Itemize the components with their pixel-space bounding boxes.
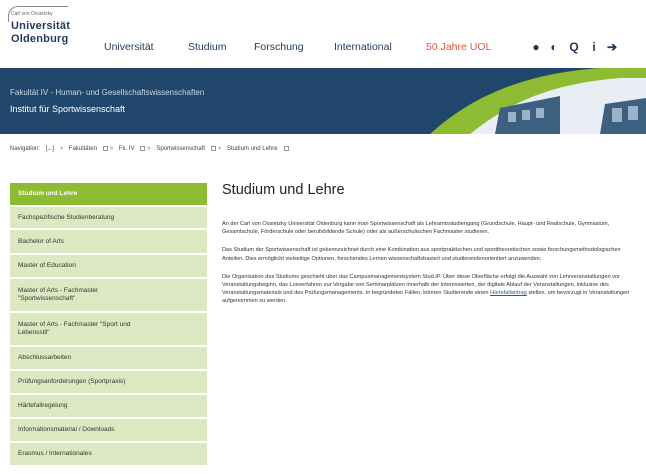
sidebar-item-label: Studium und Lehre xyxy=(18,190,78,197)
globe-icon[interactable]: ● xyxy=(528,39,544,55)
sidebar-item-label: Master of Arts - Fachmaster "Sport und L… xyxy=(18,321,131,336)
contrast-icon[interactable]: ◐ xyxy=(546,39,562,55)
sidebar-item-label: Härtefallregelung xyxy=(18,402,68,409)
main-content: Studium und Lehre An der Carl von Ossiet… xyxy=(222,182,638,316)
logo-small-text: Carl von Ossietzky xyxy=(11,11,53,17)
sidebar-item-label: Prüfungsanforderungen (Sportpraxis) xyxy=(18,378,126,385)
breadcrumb-item-fakultaeten[interactable]: Fakultäten xyxy=(69,146,97,152)
breadcrumb-separator: > xyxy=(217,146,222,153)
nav-50-jahre-uol[interactable]: 50 Jahre UOL xyxy=(426,41,491,53)
sidebar-item-bachelor[interactable]: Bachelor of Arts xyxy=(10,230,207,255)
sidebar-item-studium-und-lehre[interactable]: Studium und Lehre xyxy=(10,183,207,207)
sidebar-item-label: Master of Education xyxy=(18,262,76,269)
sidebar-item-studienberatung[interactable]: Fachspezifische Studienberatung xyxy=(10,207,207,230)
sidebar-item-master-sportwissenschaft[interactable]: Master of Arts - Fachmaster "Sportwissen… xyxy=(10,279,207,313)
expand-icon[interactable] xyxy=(283,146,289,151)
sidebar-item-label: Informationsmaterial / Downloads xyxy=(18,426,115,433)
search-icon[interactable]: Q xyxy=(566,39,582,55)
institute-banner: Fakultät IV - Human- und Gesellschaftswi… xyxy=(0,68,646,134)
breadcrumb-item-fk4[interactable]: Fk. IV xyxy=(119,146,135,152)
sidebar-item-master-sport-und-lebensstil[interactable]: Master of Arts - Fachmaster "Sport und L… xyxy=(10,313,207,347)
sidebar-item-abschlussarbeiten[interactable]: Abschlussarbeiten xyxy=(10,347,207,371)
sidebar-item-erasmus[interactable]: Erasmus / Internationales xyxy=(10,443,207,467)
login-icon[interactable]: ➔ xyxy=(604,39,620,55)
faculty-name[interactable]: Fakultät IV - Human- und Gesellschaftswi… xyxy=(10,88,204,97)
expand-icon[interactable] xyxy=(140,146,146,151)
sidebar-item-pruefungsanforderungen[interactable]: Prüfungsanforderungen (Sportpraxis) xyxy=(10,371,207,395)
breadcrumb-separator: > xyxy=(59,146,64,153)
header: Carl von Ossietzky Universität Oldenburg… xyxy=(0,0,646,68)
sidebar-item-haertefallregelung[interactable]: Härtefallregelung xyxy=(10,395,207,419)
study-paragraph: Das Studium der Sportwissenschaft ist ge… xyxy=(222,247,621,262)
sidebar-item-label: Abschlussarbeiten xyxy=(18,354,72,361)
intro-paragraph: An der Carl von Ossietzky Universität Ol… xyxy=(222,221,610,236)
sidebar-item-label: Erasmus / Internationales xyxy=(18,450,92,457)
breadcrumb-item-sportwissenschaft[interactable]: Sportwissenschaft xyxy=(156,146,205,152)
page-title: Studium und Lehre xyxy=(222,182,345,198)
expand-icon[interactable] xyxy=(102,146,108,151)
breadcrumb-label: Navigation: xyxy=(10,146,41,153)
sidebar-item-master-of-education[interactable]: Master of Education xyxy=(10,255,207,279)
organisation-paragraph: Die Organisation des Studiums geschieht … xyxy=(222,273,638,306)
expand-icon[interactable] xyxy=(211,146,217,151)
sidebar-item-label: Master of Arts - Fachmaster "Sportwissen… xyxy=(18,287,99,302)
university-logo[interactable]: Carl von Ossietzky Universität Oldenburg xyxy=(8,6,88,56)
sidebar-item-label: Fachspezifische Studienberatung xyxy=(18,213,115,221)
sidebar-item-downloads[interactable]: Informationsmaterial / Downloads xyxy=(10,419,207,443)
institute-name[interactable]: Institut für Sportwissenschaft xyxy=(10,104,125,114)
breadcrumb-item-studium-und-lehre[interactable]: Studium und Lehre xyxy=(227,146,278,152)
breadcrumb: Navigation: [...] > Fakultäten > Fk. IV … xyxy=(10,146,289,158)
sidebar-item-label: Bachelor of Arts xyxy=(18,237,64,245)
breadcrumb-separator: > xyxy=(109,146,114,153)
sidebar-nav: Studium und Lehre Fachspezifische Studie… xyxy=(10,183,207,467)
info-icon[interactable]: i xyxy=(586,39,602,55)
nav-international[interactable]: International xyxy=(334,41,392,53)
nav-forschung[interactable]: Forschung xyxy=(254,41,304,53)
nav-studium[interactable]: Studium xyxy=(188,41,227,53)
logo-line2: Oldenburg xyxy=(11,33,69,45)
nav-universitaet[interactable]: Universität xyxy=(104,41,154,53)
breadcrumb-separator: > xyxy=(147,146,151,153)
banner-graphic xyxy=(0,68,646,134)
logo-line1: Universität xyxy=(11,20,71,32)
breadcrumb-item-ellipsis[interactable]: [...] xyxy=(46,146,54,152)
haertefallantrag-link[interactable]: Härtefallantrag xyxy=(490,290,527,296)
